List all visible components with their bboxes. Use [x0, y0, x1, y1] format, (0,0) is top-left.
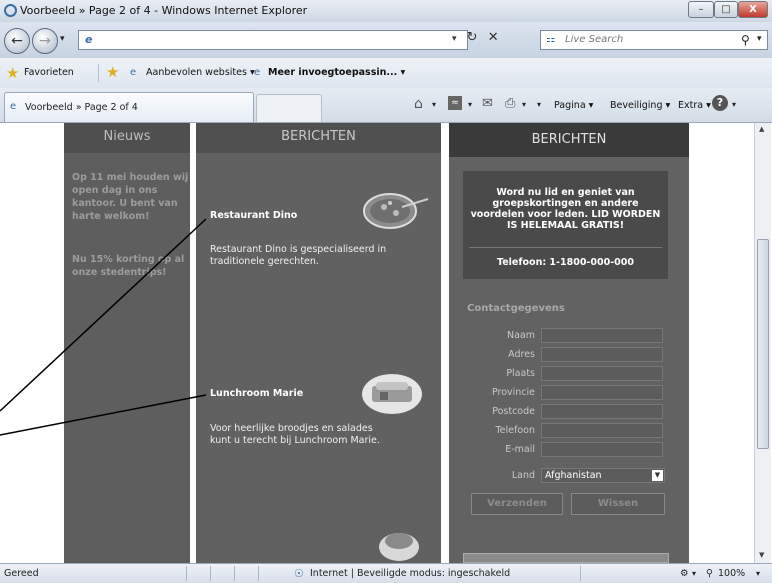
- tab-bar: e Voorbeeld » Page 2 of 4 ⌂ ▾ ≈ ▾ ✉ ⎙ ▾ …: [0, 88, 772, 123]
- pizza-image: [354, 185, 430, 233]
- search-icon[interactable]: ⚲: [741, 33, 750, 47]
- page-icon: e: [85, 33, 93, 46]
- cup-image: [374, 525, 424, 563]
- extra-menu[interactable]: Extra ▾: [678, 100, 711, 111]
- add-favorite-icon[interactable]: ★: [106, 63, 119, 81]
- separator: [258, 566, 259, 581]
- address-field[interactable]: [541, 347, 663, 362]
- address-label: Adres: [508, 349, 535, 360]
- zoom-icon: ⚲: [706, 568, 713, 579]
- recommended-sites-link[interactable]: Aanbevolen websites ▾: [146, 67, 255, 78]
- navigation-bar: ← → ▾ e ▾ ↻ ✕ ⚏ Live Search ⚲ ▾: [0, 22, 772, 58]
- separator: [186, 566, 187, 581]
- separator: [98, 64, 99, 82]
- back-button[interactable]: ←: [4, 28, 30, 54]
- minimize-button[interactable]: –: [688, 1, 714, 18]
- addons-link[interactable]: Meer invoegtoepassin... ▾: [268, 67, 405, 78]
- tab-page-icon: e: [10, 101, 17, 112]
- print-dropdown-icon[interactable]: ▾: [522, 100, 526, 109]
- search-input[interactable]: ⚏ Live Search ⚲ ▾: [540, 30, 768, 50]
- stop-icon[interactable]: ✕: [488, 30, 499, 45]
- address-dropdown-icon[interactable]: ▾: [452, 34, 457, 44]
- new-tab-button[interactable]: [256, 94, 322, 122]
- status-bar: Gereed ☉ Internet | Beveiligde modus: in…: [0, 563, 772, 583]
- country-label: Land: [511, 470, 535, 481]
- sandwich-image: [356, 366, 432, 418]
- title-bar: Voorbeeld » Page 2 of 4 - Windows Intern…: [0, 0, 772, 23]
- province-label: Provincie: [491, 387, 535, 398]
- help-icon[interactable]: ?: [712, 95, 728, 111]
- country-value: Afghanistan: [545, 470, 602, 481]
- mail-icon[interactable]: ✉: [482, 96, 493, 111]
- phone-label: Telefoon: [495, 425, 535, 436]
- contact-heading: Contactgegevens: [467, 303, 565, 314]
- feeds-dropdown-icon[interactable]: ▾: [468, 100, 472, 109]
- page-content: Nieuws Op 11 mei houden wij open dag in …: [0, 123, 754, 563]
- status-text: Gereed: [4, 568, 39, 579]
- security-menu[interactable]: Beveiliging ▾: [610, 100, 670, 111]
- promo-box: Word nu lid en geniet van groepskortinge…: [463, 171, 668, 279]
- page-menu-icon: ▾: [537, 100, 542, 109]
- help-dropdown-icon[interactable]: ▾: [732, 100, 736, 109]
- postcode-label: Postcode: [492, 406, 535, 417]
- page-menu[interactable]: Pagina ▾: [554, 100, 593, 111]
- divider: [469, 247, 662, 248]
- forward-button[interactable]: →: [32, 28, 58, 54]
- signup-panel: BERICHTEN Word nu lid en geniet van groe…: [449, 123, 689, 563]
- email-label: E-mail: [505, 444, 535, 455]
- favorites-bar: ★ Favorieten ★ e Aanbevolen websites ▾ e…: [0, 58, 772, 89]
- ie-page-icon: e: [130, 67, 137, 78]
- phone-field[interactable]: [541, 423, 663, 438]
- scrollbar-thumb[interactable]: [757, 239, 769, 449]
- scroll-up-icon[interactable]: ▲: [759, 125, 764, 133]
- favorites-star-icon[interactable]: ★: [6, 64, 19, 82]
- promo-text: Word nu lid en geniet van groepskortinge…: [470, 187, 661, 231]
- postcode-field[interactable]: [541, 404, 663, 419]
- search-dropdown-icon[interactable]: ▾: [757, 34, 762, 44]
- phone-number: Telefoon: 1-1800-000-000: [497, 257, 634, 268]
- clear-button[interactable]: Wissen: [571, 493, 665, 515]
- zoom-dropdown-icon[interactable]: ▾: [756, 569, 760, 578]
- name-label: Naam: [506, 330, 535, 341]
- province-field[interactable]: [541, 385, 663, 400]
- refresh-icon[interactable]: ↻: [467, 30, 478, 45]
- ie-page-icon: e: [254, 67, 261, 78]
- separator: [234, 566, 235, 581]
- city-field[interactable]: [541, 366, 663, 381]
- feeds-icon[interactable]: ≈: [448, 96, 462, 110]
- separator: [580, 566, 581, 581]
- ie-logo-icon: [4, 4, 17, 17]
- name-field[interactable]: [541, 328, 663, 343]
- security-zone[interactable]: Internet | Beveiligde modus: ingeschakel…: [310, 568, 510, 579]
- zoom-level[interactable]: 100%: [718, 568, 745, 579]
- signup-heading: BERICHTEN: [449, 123, 689, 157]
- submit-button[interactable]: Verzenden: [471, 493, 563, 515]
- home-icon[interactable]: ⌂: [414, 96, 423, 112]
- separator: [210, 566, 211, 581]
- protected-mode-icon[interactable]: ⚙: [680, 568, 689, 579]
- chevron-down-icon: ▼: [652, 470, 663, 481]
- search-placeholder: Live Search: [565, 34, 624, 45]
- home-dropdown-icon[interactable]: ▾: [432, 100, 436, 109]
- callout-lines: [0, 218, 207, 436]
- tab-label: Voorbeeld » Page 2 of 4: [25, 102, 138, 113]
- print-icon[interactable]: ⎙: [505, 96, 515, 111]
- globe-icon: ☉: [294, 567, 304, 580]
- favorites-button[interactable]: Favorieten: [24, 67, 74, 78]
- dropdown-icon[interactable]: ▾: [692, 569, 696, 578]
- close-button[interactable]: X: [738, 1, 768, 18]
- live-search-icon: ⚏: [546, 34, 555, 45]
- address-actions: ▾ ↻ ✕: [452, 30, 532, 50]
- history-dropdown-icon[interactable]: ▾: [60, 34, 65, 44]
- vertical-scrollbar[interactable]: ▲ ▼: [754, 123, 771, 563]
- email-field[interactable]: [541, 442, 663, 457]
- window-title: Voorbeeld » Page 2 of 4 - Windows Intern…: [20, 4, 308, 17]
- scroll-down-icon[interactable]: ▼: [759, 551, 764, 559]
- tab-current[interactable]: e Voorbeeld » Page 2 of 4: [4, 92, 254, 122]
- country-select[interactable]: Afghanistan ▼: [541, 468, 665, 483]
- maximize-button[interactable]: □: [714, 1, 738, 18]
- address-input[interactable]: e: [78, 30, 468, 50]
- city-label: Plaats: [506, 368, 535, 379]
- footer-box: [463, 553, 669, 563]
